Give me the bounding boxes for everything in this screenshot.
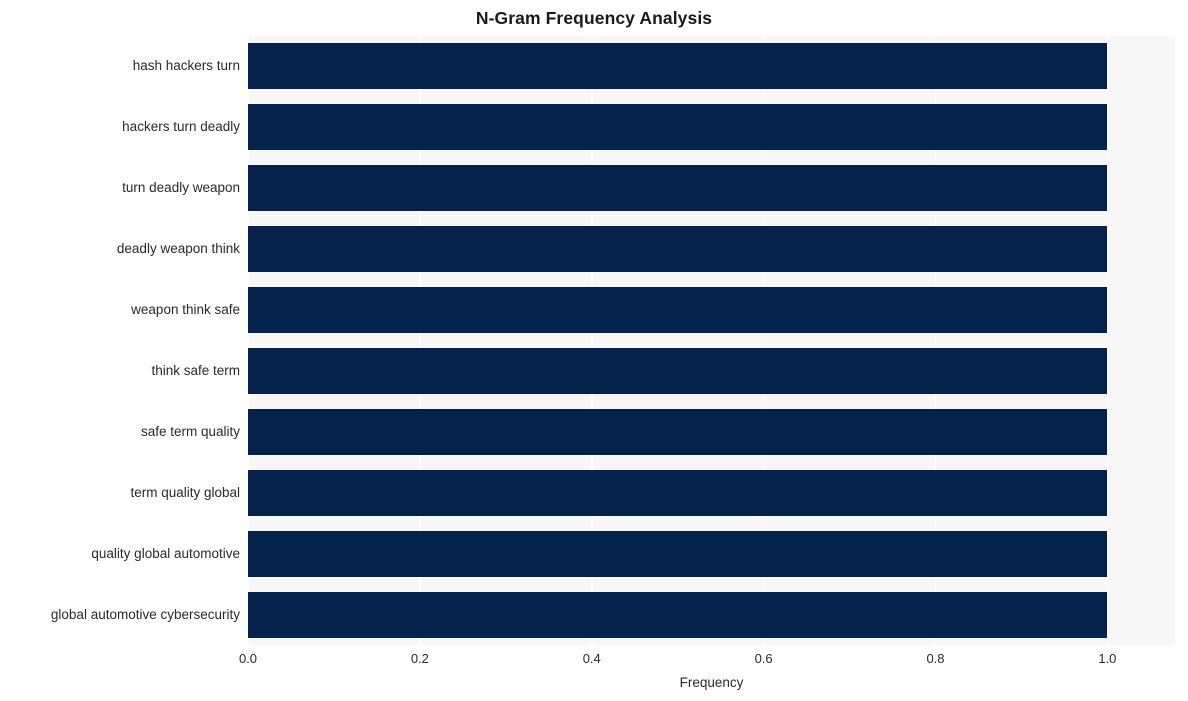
bar (248, 347, 1108, 394)
x-axis-tick-label: 0.8 (926, 651, 945, 666)
y-axis-tick-label: quality global automotive (91, 545, 240, 561)
x-axis-tick-label: 0.2 (410, 651, 429, 666)
bar (248, 43, 1108, 90)
chart-figure: N-Gram Frequency Analysis hash hackers t… (0, 0, 1188, 701)
bar (248, 591, 1108, 638)
y-axis-tick-label: hash hackers turn (132, 58, 240, 74)
x-axis-title: Frequency (679, 675, 744, 690)
y-axis-tick-label: global automotive cybersecurity (50, 606, 240, 622)
y-axis-tick-labels: hash hackers turn hackers turn deadly turn… (0, 36, 240, 645)
plot-area (248, 36, 1175, 645)
bar (248, 287, 1108, 334)
x-axis-tick-label: 0.4 (582, 651, 601, 666)
bars-container (248, 36, 1175, 645)
bar (248, 530, 1108, 577)
x-axis-tick-label: 0.6 (754, 651, 773, 666)
bar (248, 469, 1108, 516)
bar (248, 104, 1108, 151)
y-axis-tick-label: term quality global (130, 484, 240, 500)
y-axis-tick-label: think safe term (151, 362, 240, 378)
chart-title: N-Gram Frequency Analysis (475, 8, 713, 28)
y-axis-tick-label: hackers turn deadly (122, 119, 240, 135)
y-axis-tick-label: turn deadly weapon (122, 180, 240, 196)
bar (248, 226, 1108, 273)
bar (248, 165, 1108, 212)
y-axis-tick-label: deadly weapon think (116, 241, 240, 257)
x-axis-tick-labels: 0.0 0.2 0.4 0.6 0.8 1.0 (0, 651, 1188, 671)
y-axis-tick-label: weapon think safe (131, 302, 240, 318)
bar (248, 408, 1108, 455)
x-axis-tick-label: 0.0 (238, 651, 258, 666)
x-axis-tick-label: 1.0 (1098, 651, 1117, 666)
y-axis-tick-label: safe term quality (140, 423, 240, 439)
